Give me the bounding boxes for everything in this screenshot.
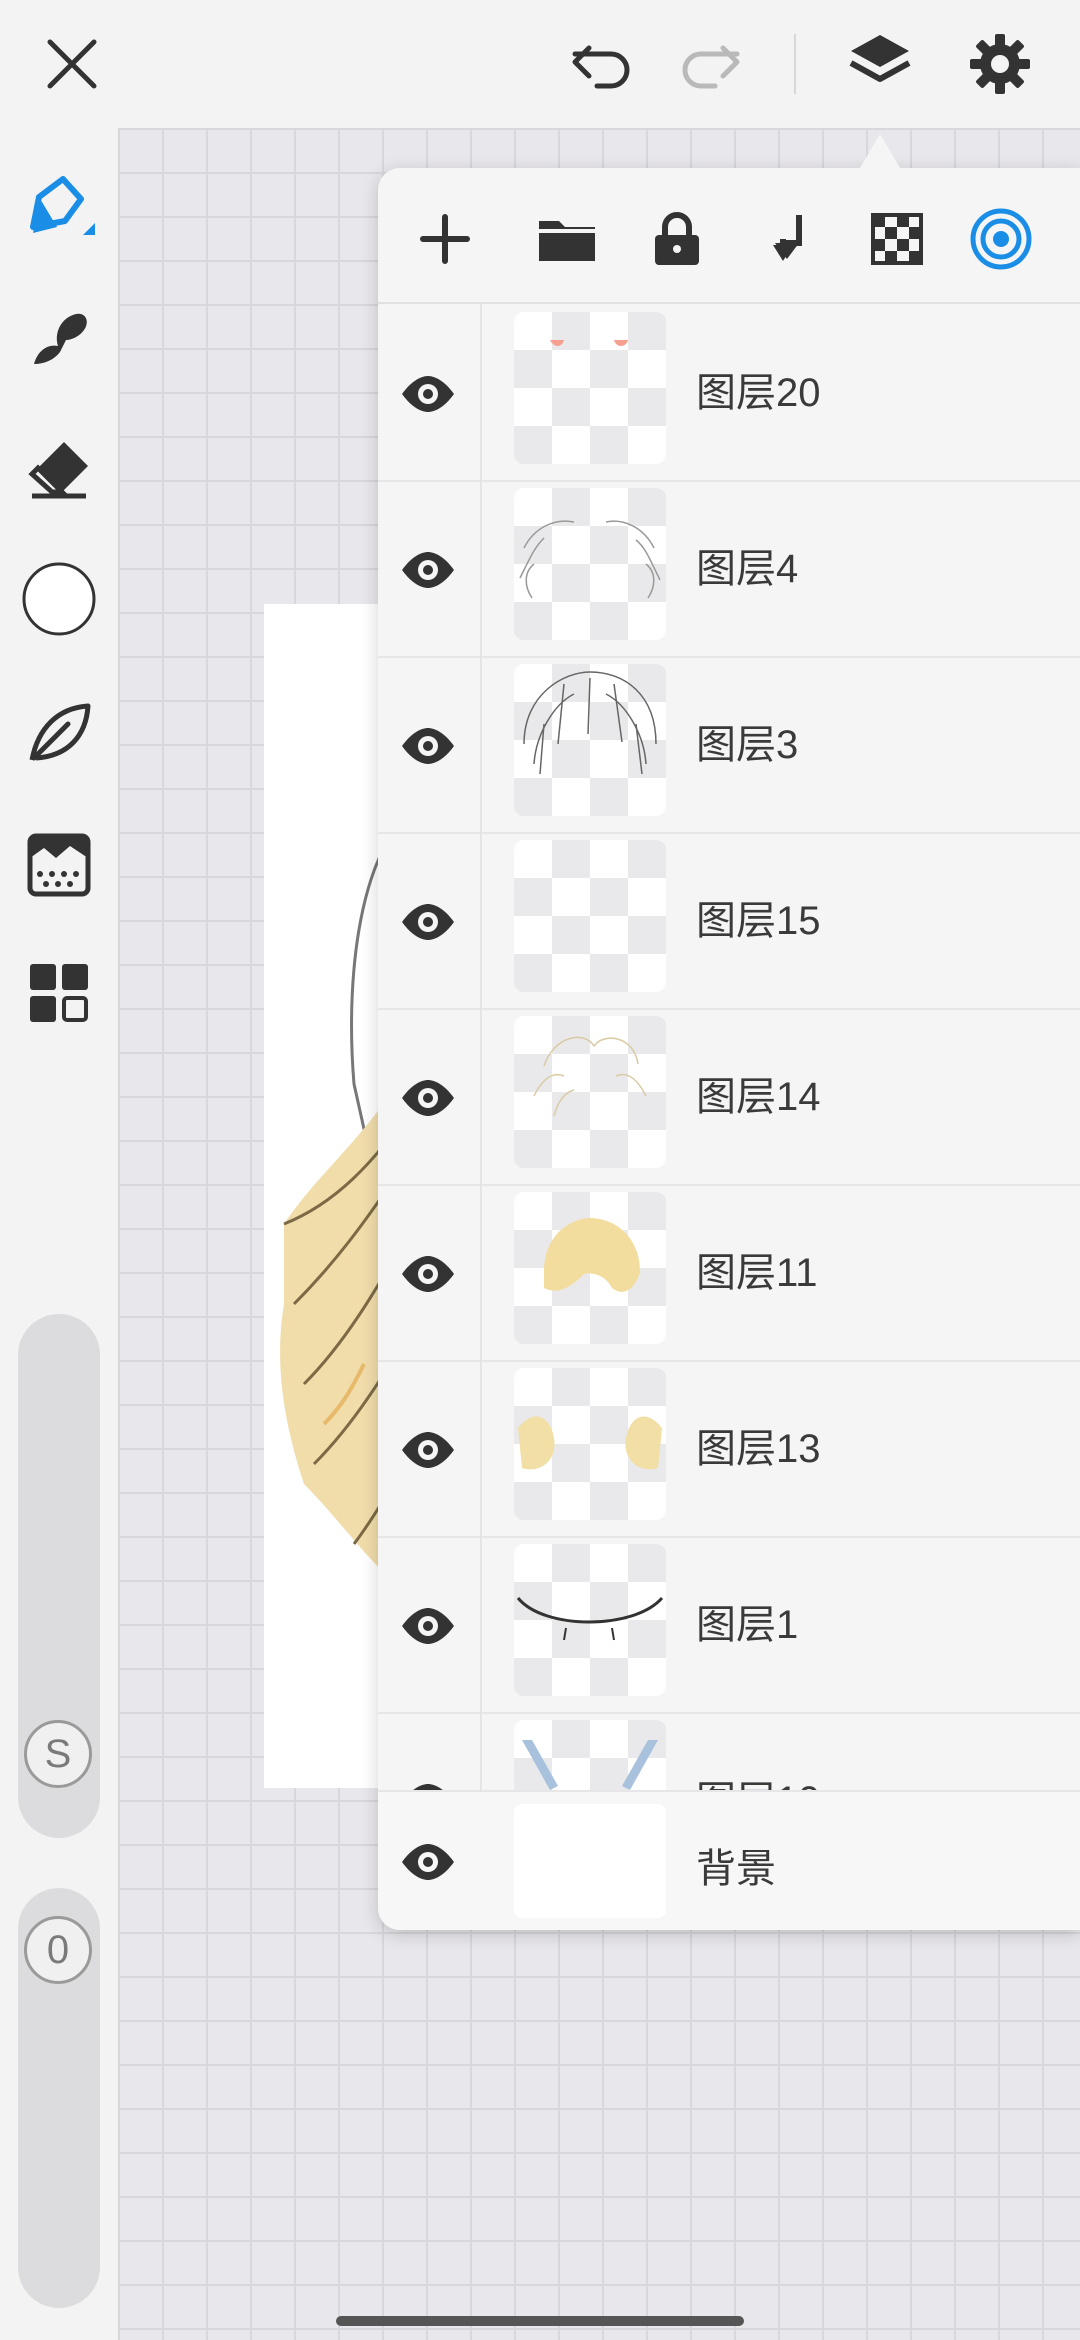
smudge-tool-icon[interactable] <box>14 294 104 384</box>
target-icon[interactable] <box>966 204 1036 274</box>
layer-thumbnail <box>514 1368 666 1520</box>
panel-pointer <box>860 134 900 168</box>
brush-size-label: S <box>24 1720 92 1788</box>
background-layer-name: 背景 <box>696 1847 776 1891</box>
home-indicator[interactable] <box>336 2316 744 2326</box>
layer-row[interactable]: 图层3 <box>378 656 1080 834</box>
visibility-eye-icon[interactable] <box>396 1066 460 1130</box>
layers-list: 图层20 图层4 图层3 图层15 图层14 图层11 图层13 图层1 <box>378 304 1080 1930</box>
visibility-eye-icon[interactable] <box>396 1830 460 1894</box>
layer-thumbnail <box>514 840 666 992</box>
layers-icon[interactable] <box>840 24 920 104</box>
transparency-icon[interactable] <box>862 204 932 274</box>
visibility-eye-icon[interactable] <box>396 890 460 954</box>
visibility-eye-icon[interactable] <box>396 714 460 778</box>
top-toolbar <box>0 0 1080 129</box>
filter-tool-icon[interactable] <box>14 820 104 910</box>
background-thumbnail <box>514 1804 666 1918</box>
layer-name: 图层4 <box>696 547 799 591</box>
color-swatch[interactable] <box>14 554 104 644</box>
visibility-eye-icon[interactable] <box>396 538 460 602</box>
background-layer-row[interactable]: 背景 <box>378 1790 1080 1930</box>
layer-name: 图层3 <box>696 723 799 767</box>
layer-thumbnail <box>514 312 666 464</box>
toolbar-divider <box>794 34 796 94</box>
layer-thumbnail <box>514 1192 666 1344</box>
merge-down-icon[interactable] <box>752 204 822 274</box>
brush-tool-icon[interactable] <box>14 166 104 256</box>
tool-sidebar: S 0 <box>0 128 118 2340</box>
undo-icon[interactable] <box>562 24 642 104</box>
layer-name: 图层13 <box>696 1427 821 1471</box>
layer-row[interactable]: 图层15 <box>378 832 1080 1010</box>
lock-icon[interactable] <box>642 204 712 274</box>
layer-row[interactable]: 图层11 <box>378 1184 1080 1362</box>
layer-row[interactable]: 图层14 <box>378 1008 1080 1186</box>
layer-thumbnail <box>514 488 666 640</box>
gear-icon[interactable] <box>960 24 1040 104</box>
layer-row[interactable]: 图层4 <box>378 480 1080 658</box>
layer-thumbnail <box>514 1544 666 1696</box>
layer-name: 图层1 <box>696 1603 799 1647</box>
layer-thumbnail <box>514 1016 666 1168</box>
layer-row[interactable]: 图层1 <box>378 1536 1080 1714</box>
layer-row[interactable]: 图层20 <box>378 304 1080 482</box>
visibility-eye-icon[interactable] <box>396 362 460 426</box>
layer-name: 图层11 <box>696 1251 818 1295</box>
layer-name: 图层15 <box>696 899 821 943</box>
close-icon[interactable] <box>32 24 112 104</box>
visibility-eye-icon[interactable] <box>396 1242 460 1306</box>
layers-panel: 图层20 图层4 图层3 图层15 图层14 图层11 图层13 图层1 背景 <box>378 168 1080 1930</box>
layer-row[interactable]: 图层13 <box>378 1360 1080 1538</box>
layer-name: 图层14 <box>696 1075 821 1119</box>
visibility-eye-icon[interactable] <box>396 1594 460 1658</box>
grid-menu-icon[interactable] <box>14 948 104 1038</box>
layer-thumbnail <box>514 664 666 816</box>
leaf-tool-icon[interactable] <box>14 688 104 778</box>
visibility-eye-icon[interactable] <box>396 1418 460 1482</box>
redo-icon[interactable] <box>670 24 750 104</box>
layers-panel-actions <box>378 168 1080 304</box>
add-layer-icon[interactable] <box>410 204 480 274</box>
folder-icon[interactable] <box>532 204 602 274</box>
layer-name: 图层20 <box>696 371 821 415</box>
brush-opacity-label: 0 <box>24 1916 92 1984</box>
eraser-tool-icon[interactable] <box>14 424 104 514</box>
